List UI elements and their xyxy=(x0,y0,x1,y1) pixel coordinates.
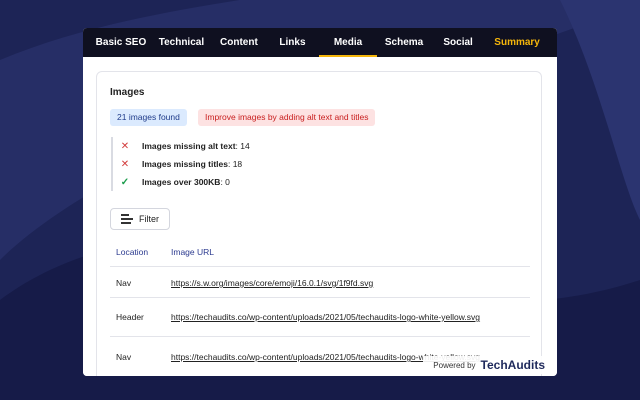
techaudits-logo: Tech Audits xyxy=(481,358,545,372)
image-warning-badge: Improve images by adding alt text and ti… xyxy=(198,109,376,126)
tab-content[interactable]: Content xyxy=(212,28,266,57)
images-card: Images 21 images found Improve images by… xyxy=(96,71,542,376)
check-row-size: ✓ Images over 300KB : 0 xyxy=(119,175,230,189)
column-header-image-url: Image URL xyxy=(171,247,214,257)
tab-schema[interactable]: Schema xyxy=(377,28,431,57)
powered-by-badge[interactable]: Powered by Tech Audits xyxy=(423,356,547,374)
brand-part-tech: Tech xyxy=(480,358,508,372)
media-tab-content[interactable]: Images 21 images found Improve images by… xyxy=(83,57,557,376)
check-row-titles: ✕ Images missing titles : 18 xyxy=(119,157,242,171)
cell-image-url-link[interactable]: https://s.w.org/images/core/emoji/16.0.1… xyxy=(171,278,373,288)
check-value: : 14 xyxy=(235,141,250,151)
tab-technical[interactable]: Technical xyxy=(151,28,212,57)
check-row-alt-text: ✕ Images missing alt text : 14 xyxy=(119,139,250,153)
tab-media[interactable]: Media xyxy=(319,28,378,57)
extension-panel: Basic SEO Technical Content Links Media … xyxy=(83,28,557,376)
tab-links[interactable]: Links xyxy=(266,28,319,57)
brand-part-audits: Audits xyxy=(507,358,545,372)
column-header-location: Location xyxy=(116,247,149,257)
check-label: Images missing titles xyxy=(142,159,228,169)
table-divider xyxy=(110,266,530,267)
filter-label: Filter xyxy=(139,214,159,224)
cell-location: Nav xyxy=(116,352,132,362)
check-label: Images over 300KB xyxy=(142,177,221,187)
cell-location: Header xyxy=(116,312,144,322)
cell-location: Nav xyxy=(116,278,132,288)
image-count-badge: 21 images found xyxy=(110,109,187,126)
cross-icon: ✕ xyxy=(120,140,130,152)
check-label: Images missing alt text xyxy=(142,141,236,151)
tab-bar: Basic SEO Technical Content Links Media … xyxy=(83,28,557,57)
tab-basic-seo[interactable]: Basic SEO xyxy=(91,28,151,57)
check-value: : 18 xyxy=(227,159,243,169)
table-divider xyxy=(110,297,530,298)
cell-image-url-link[interactable]: https://techaudits.co/wp-content/uploads… xyxy=(171,312,480,322)
images-section-title: Images xyxy=(110,87,145,98)
image-checks-list: ✕ Images missing alt text : 14 ✕ Images … xyxy=(111,137,413,191)
cross-icon: ✕ xyxy=(120,158,130,170)
tab-social[interactable]: Social xyxy=(431,28,485,57)
tab-summary[interactable]: Summary xyxy=(485,28,549,57)
filter-icon xyxy=(121,214,133,224)
filter-button[interactable]: Filter xyxy=(110,208,170,230)
table-divider xyxy=(110,336,530,337)
powered-by-label: Powered by xyxy=(433,360,476,370)
check-icon: ✓ xyxy=(120,176,130,188)
check-value: : 0 xyxy=(220,177,230,187)
